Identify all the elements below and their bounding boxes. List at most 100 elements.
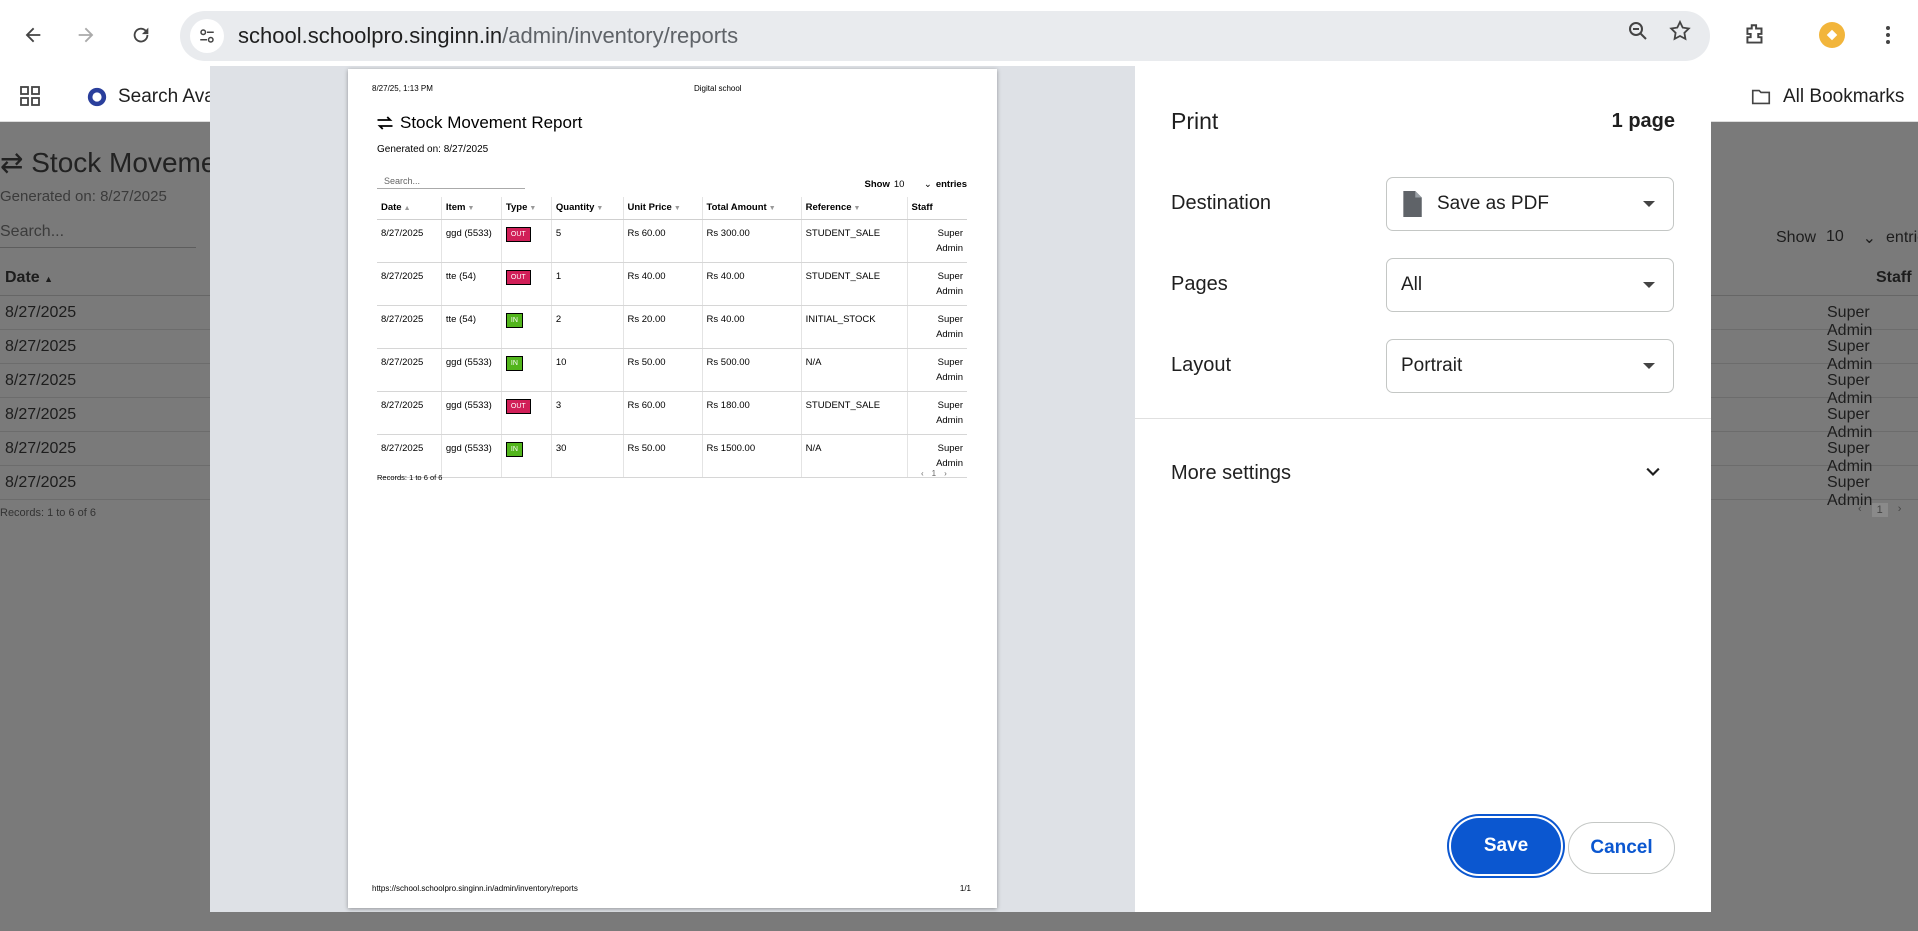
preview-table-row: 8/27/2025 ggd (5533) IN 30 Rs 50.00 Rs 1500.0… [377,434,967,478]
bookmark-favicon-icon [87,87,107,107]
bg-page-number[interactable]: 1 [1871,503,1888,517]
preview-col-label: Reference [805,202,852,214]
preview-col-label: Unit Price [627,202,672,214]
extensions-icon[interactable] [1742,22,1768,48]
apps-grid-icon[interactable] [18,84,42,108]
preview-prev-page: ‹ [921,469,924,478]
preview-footer-page: 1/1 [959,884,971,893]
preview-cell-type: IN [501,434,552,478]
preview-entries-label: entries [935,179,967,190]
profile-avatar[interactable] [1819,22,1845,48]
preview-cell-item: ggd (5533) [441,391,502,435]
url-path: /admin/inventory/reports [502,23,739,48]
bookmark-item[interactable]: Search Avai [86,80,219,114]
preview-header-datetime: 8/27/25, 1:13 PM [372,84,433,93]
preview-show-select: 10 ⌄ [894,179,932,190]
preview-col-header: Reference ▼ [801,197,908,220]
preview-cell-total: Rs 40.00 [702,305,802,349]
chevron-down-icon: ⌄ [923,179,932,190]
bg-generated: Generated on: 8/27/2025 [0,188,167,205]
preview-table-row: 8/27/2025 ggd (5533) IN 10 Rs 50.00 Rs 500.00… [377,348,967,392]
layout-select[interactable]: Portrait [1386,339,1674,393]
back-arrow-icon [25,27,41,43]
preview-table-header: Date ▲ Item ▼ Type ▼ Quantity ▼ Unit Price ▼ Total… [377,197,967,220]
preview-cell-ref: STUDENT_SALE [801,262,908,306]
url-host: school.schoolpro.singinn.in [238,23,503,48]
type-badge: IN [505,441,523,457]
page-count: 1 page [1611,110,1675,132]
bg-records-info: Records: 1 to 6 of 6 [0,507,96,519]
preview-page-number: 1 [931,469,937,478]
preview-records-info: Records: 1 to 6 of 6 [377,473,443,482]
exchange-icon [377,116,393,130]
all-bookmarks-button[interactable]: All Bookmarks [1749,80,1904,114]
preview-cell-unit: Rs 60.00 [623,391,703,435]
preview-col-header: Staff [907,197,967,220]
preview-cell-total: Rs 40.00 [702,262,802,306]
type-badge: OUT [505,398,531,414]
bg-search-input[interactable]: Search... [0,223,196,248]
bg-col-date[interactable]: Date ▲ [5,269,53,287]
save-button[interactable]: Save [1451,818,1561,874]
sort-icon: ▼ [467,205,475,213]
site-info-icon[interactable] [190,19,224,53]
preview-cell-unit: Rs 50.00 [623,434,703,478]
bg-cell-date: 8/27/2025 [5,338,77,355]
preview-cell-qty: 3 [551,391,624,435]
bg-pager: ‹ 1 › [1858,503,1901,517]
menu-kebab-icon[interactable] [1876,22,1900,48]
destination-value: Save as PDF [1437,193,1549,214]
bookmark-star-icon[interactable] [1668,19,1692,43]
reload-button[interactable] [124,18,158,52]
preview-cell-total: Rs 1500.00 [702,434,802,478]
preview-cell-item: ggd (5533) [441,219,502,263]
preview-cell-ref: INITIAL_STOCK [801,305,908,349]
browser-toolbar: school.schoolpro.singinn.in/admin/invent… [0,0,1918,72]
preview-cell-type: IN [501,305,552,349]
address-bar[interactable]: school.schoolpro.singinn.in/admin/invent… [180,11,1710,61]
preview-col-label: Type [505,202,528,214]
bg-show-entries: Show 10 ⌄ entries [1776,228,1918,248]
print-preview-page: 8/27/25, 1:13 PM Digital school Stock Mo… [348,69,997,908]
bg-cell-date: 8/27/2025 [5,372,77,389]
chevron-down-icon: ⌄ [1862,230,1877,247]
preview-col-label: Date [381,202,402,214]
preview-cell-item: ggd (5533) [441,434,502,478]
preview-cell-staff: Super Admin [907,262,967,306]
preview-cell-item: ggd (5533) [441,348,502,392]
preview-cell-type: OUT [501,391,552,435]
more-settings-toggle[interactable]: More settings [1171,462,1291,485]
bg-next-page[interactable]: › [1898,503,1902,517]
preview-search: Search... [377,176,525,189]
chevron-down-icon[interactable] [1643,462,1663,482]
destination-select[interactable]: Save as PDF [1386,177,1674,231]
layout-value: Portrait [1401,355,1463,376]
preview-cell-qty: 2 [551,305,624,349]
bg-prev-page[interactable]: ‹ [1858,503,1862,517]
preview-col-header: Quantity ▼ [551,197,624,220]
forward-arrow-icon [78,27,94,43]
all-bookmarks-label: All Bookmarks [1783,86,1905,107]
preview-cell-total: Rs 500.00 [702,348,802,392]
preview-cell-qty: 1 [551,262,624,306]
bg-col-staff[interactable]: Staff [1876,269,1912,287]
preview-show-entries: Show 10 ⌄ entries [865,179,968,190]
preview-cell-date: 8/27/2025 [377,305,442,349]
destination-label: Destination [1171,192,1272,214]
preview-cell-date: 8/27/2025 [377,434,442,478]
pages-select[interactable]: All [1386,258,1674,312]
preview-cell-qty: 5 [551,219,624,263]
zoom-icon[interactable] [1626,19,1650,43]
sort-asc-icon: ▲ [44,274,54,284]
pages-label: Pages [1171,273,1228,295]
cancel-button[interactable]: Cancel [1568,822,1675,874]
preview-show-value: 10 [893,179,905,190]
back-button[interactable] [16,18,50,52]
forward-button[interactable] [69,18,103,52]
bg-cell-date: 8/27/2025 [5,406,77,423]
preview-table-row: 8/27/2025 ggd (5533) OUT 5 Rs 60.00 Rs 300.00… [377,219,967,263]
bg-show-select[interactable]: 10 ⌄ [1826,228,1876,248]
preview-col-label: Total Amount [706,202,767,214]
bg-cell-date: 8/27/2025 [5,440,77,457]
preview-col-header: Unit Price ▼ [623,197,703,220]
